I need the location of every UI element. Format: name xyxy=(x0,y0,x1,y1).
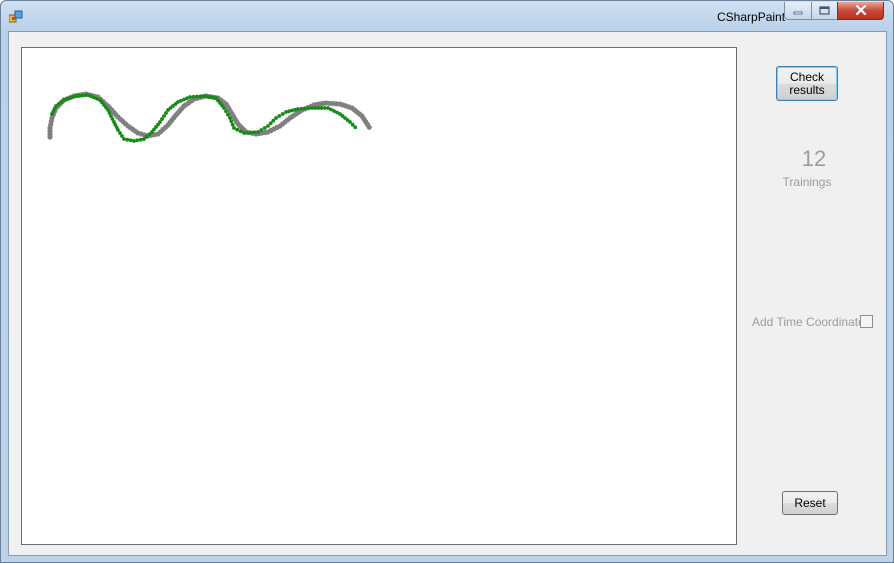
form-client-area: Check results 12 Trainings Add Time Coor… xyxy=(8,31,887,556)
drawing-canvas[interactable] xyxy=(21,47,737,545)
app-window: CSharpPaint Check results 12 Trainings A… xyxy=(0,0,894,563)
app-icon[interactable] xyxy=(8,10,23,23)
training-count: 12 xyxy=(801,146,827,171)
stroke-dot xyxy=(229,119,234,124)
stroke-dot xyxy=(353,125,358,130)
close-icon xyxy=(855,2,867,20)
title-bar[interactable]: CSharpPaint xyxy=(1,1,893,31)
stroke-dot xyxy=(249,130,253,135)
maximize-button[interactable] xyxy=(811,2,838,20)
stroke-dot xyxy=(277,114,282,118)
check-results-button[interactable]: Check results xyxy=(776,66,838,101)
stroke-dot xyxy=(128,138,133,143)
time-coordinate-label: Add Time Coordinate xyxy=(752,315,865,329)
user-stroke xyxy=(50,93,358,143)
stroke-dot xyxy=(138,137,143,142)
minimize-button[interactable] xyxy=(784,2,812,20)
stroke-dot xyxy=(348,120,352,124)
minimize-icon xyxy=(793,2,803,20)
stroke-dot xyxy=(259,128,264,132)
stroke-dot xyxy=(235,127,240,132)
stroke-dot xyxy=(299,106,304,111)
training-count-label: Trainings xyxy=(782,175,832,189)
stroke-dot xyxy=(245,130,250,135)
stroke-dot xyxy=(125,137,130,142)
stroke-dot xyxy=(238,129,243,134)
stroke-dot xyxy=(226,112,230,117)
stroke-dot xyxy=(266,124,270,128)
close-button[interactable] xyxy=(837,2,884,20)
stroke-dot xyxy=(135,138,140,143)
stroke-dot xyxy=(296,107,300,111)
stroke-dot xyxy=(132,139,136,143)
stroke-dot xyxy=(195,94,199,99)
stroke-dot xyxy=(228,116,232,120)
stroke-dot xyxy=(222,106,226,110)
maximize-icon xyxy=(819,2,830,20)
stroke-dot xyxy=(122,137,126,141)
stroke-dot xyxy=(191,94,196,99)
stroke-dot xyxy=(280,112,285,116)
stroke-dot xyxy=(274,116,278,120)
stroke-dot xyxy=(252,130,257,135)
stroke-dot xyxy=(224,109,228,114)
stroke-dot xyxy=(232,126,236,130)
stroke-dot xyxy=(198,94,203,99)
stroke-dot xyxy=(262,126,267,130)
time-coordinate-checkbox[interactable] xyxy=(860,315,873,328)
reset-button[interactable]: Reset xyxy=(782,491,838,515)
stroke-dot xyxy=(188,95,192,99)
reset-label: Reset xyxy=(794,495,826,510)
stroke-dot xyxy=(242,131,246,135)
stroke-dot xyxy=(256,130,260,134)
stroke-dot xyxy=(366,124,372,130)
check-results-label: Check results xyxy=(789,69,825,97)
stroke-dot xyxy=(271,118,276,123)
stroke-dot xyxy=(303,106,307,111)
stroke-layer xyxy=(47,91,372,143)
stroke-dot xyxy=(230,122,235,127)
stroke-dot xyxy=(306,106,311,111)
window-title: CSharpPaint xyxy=(717,10,786,24)
